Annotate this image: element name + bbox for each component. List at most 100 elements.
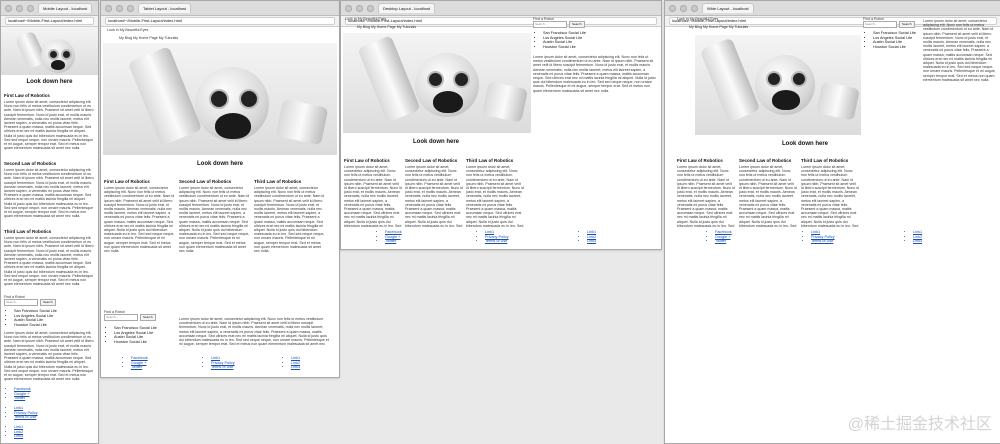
site-title: My Blog My Home Page My Tutorials <box>119 36 179 40</box>
hero-heading: Look down here <box>196 161 243 167</box>
robot-hero-image <box>343 33 531 133</box>
hero-heading: Look down here <box>412 139 459 145</box>
social-list: San Francisco Social LiteLos Angeles Soc… <box>863 31 916 49</box>
minimize-dot[interactable] <box>116 4 123 12</box>
section-title-second: Second Law of Robotics <box>179 179 232 184</box>
search-button[interactable]: Search <box>569 21 585 29</box>
section-title-third: Third Law of Robotics <box>4 229 52 234</box>
aside-text: Lorem ipsum dolor sit amet, consectetur … <box>4 331 94 381</box>
browser-tab[interactable]: Wide Layout - localhost <box>702 3 754 13</box>
footer-link[interactable]: Twitter <box>131 365 148 370</box>
footer-link[interactable]: Terms of Use <box>211 365 235 370</box>
footer-col-3: Link1Link2Link3 <box>281 356 300 370</box>
robot-hero-image <box>103 43 337 155</box>
social-item[interactable]: San Francisco Social Lite <box>543 31 586 36</box>
search-button[interactable]: Search <box>140 314 156 322</box>
footer-link[interactable]: Facebook <box>131 356 148 361</box>
social-item[interactable]: San Francisco Social Lite <box>14 309 57 314</box>
section-text-first: Lorem ipsum dolor sit amet, consectetur … <box>677 165 735 227</box>
zoom-dot[interactable] <box>691 4 698 12</box>
section-title-first: First Law of Robotics <box>677 158 723 163</box>
section-title-second: Second Law of Robotics <box>739 158 792 163</box>
search-input[interactable]: Search... <box>104 314 138 322</box>
close-dot[interactable] <box>669 4 676 12</box>
minimize-dot[interactable] <box>680 4 687 12</box>
footer-link[interactable]: Twitter <box>14 396 31 401</box>
footer-link[interactable]: Link1 <box>291 356 300 361</box>
url-field[interactable]: localhost/~/Mobile-First-Layout/index.ht… <box>5 17 94 25</box>
section-text-second: Lorem ipsum dolor sit amet, consectetur … <box>739 165 797 227</box>
close-dot[interactable] <box>105 4 112 12</box>
footer-link[interactable]: Facebook <box>715 230 732 235</box>
footer-col-1: FacebookGoogle +Twitter <box>4 387 31 401</box>
footer-link[interactable]: Terms of Use <box>485 239 509 244</box>
social-item[interactable]: Houston Social Lite <box>114 340 157 345</box>
site-title: My Blog My Home Page My Tutorials <box>689 25 749 29</box>
footer-col-1: FacebookGoogle +Twitter <box>705 230 732 244</box>
section-title-third: Third Law of Robotics <box>254 179 302 184</box>
footer-link[interactable]: Link3 <box>291 365 300 370</box>
footer-col-1: FacebookGoogle +Twitter <box>121 356 148 370</box>
minimize-dot[interactable] <box>356 4 363 12</box>
minimize-dot[interactable] <box>16 4 23 12</box>
footer-col-1: FacebookGoogle +Twitter <box>375 230 402 244</box>
footer-col-3: Link1Link2Link3 <box>903 230 922 244</box>
social-item[interactable]: Houston Social Lite <box>14 323 57 328</box>
search-input[interactable]: Search... <box>533 21 567 29</box>
aside-text: Lorem ipsum dolor sit amet, consectetur … <box>179 317 329 347</box>
close-dot[interactable] <box>345 4 352 12</box>
browser-tab[interactable]: Desktop Layout - localhost <box>378 3 436 13</box>
footer-col-2: Link1Privacy PolicyTerms of Use <box>801 230 835 244</box>
zoom-dot[interactable] <box>127 4 134 12</box>
social-item[interactable]: Houston Social Lite <box>873 45 916 50</box>
section-text-first: Lorem ipsum dolor sit amet, consectetur … <box>4 100 94 151</box>
footer-link[interactable]: Link3 <box>587 239 596 244</box>
footer-link[interactable]: Link1 <box>14 425 23 430</box>
url-field[interactable]: localhost/~/Mobile-First-Layout/index.ht… <box>345 17 657 25</box>
browser-window-wide: Wide Layout - localhost localhost/~/Mobi… <box>664 0 1000 444</box>
social-item[interactable]: San Francisco Social Lite <box>873 31 916 36</box>
footer-link[interactable]: Link1 <box>587 230 596 235</box>
section-text-second: Lorem ipsum dolor sit amet, consectetur … <box>179 186 250 254</box>
social-item[interactable]: San Francisco Social Lite <box>114 326 157 331</box>
footer-col-2: Link1Privacy PolicyTerms of Use <box>4 406 38 420</box>
search-input[interactable]: Search... <box>4 299 38 307</box>
section-text-second: Lorem ipsum dolor sit amet, consectetur … <box>4 168 94 219</box>
footer-link[interactable]: Twitter <box>715 239 732 244</box>
footer-col-3: Link1Link2Link3 <box>577 230 596 244</box>
zoom-dot[interactable] <box>367 4 374 12</box>
footer-link[interactable]: Terms of Use <box>811 239 835 244</box>
robot-hero-image <box>695 35 861 135</box>
browser-tab[interactable]: Tablet Layout - localhost <box>138 3 192 13</box>
footer-link[interactable]: Link3 <box>913 239 922 244</box>
close-dot[interactable] <box>5 4 12 12</box>
search-button[interactable]: Search <box>40 299 56 307</box>
find-robot: Find a Robot Search... Search <box>104 310 156 322</box>
aside-text: Lorem ipsum dolor sit amet, consectetur … <box>533 55 656 93</box>
browser-window-desktop: Desktop Layout - localhost localhost/~/M… <box>340 0 662 250</box>
url-field[interactable]: localhost/~/Mobile-First-Layout/index.ht… <box>105 17 335 25</box>
find-robot: Find a Robot Search... Search <box>863 17 915 29</box>
zoom-dot[interactable] <box>27 4 34 12</box>
hero-heading: Look down here <box>781 141 828 147</box>
aside-text: Lorem ipsum dolor sit amet, consectetur … <box>923 19 996 82</box>
social-list: San Francisco Social LiteLos Angeles Soc… <box>533 31 586 49</box>
search-input[interactable]: Search... <box>863 21 897 29</box>
footer-link[interactable]: Twitter <box>385 239 402 244</box>
section-text-first: Lorem ipsum dolor sit amet, consectetur … <box>344 165 402 227</box>
browser-window-mobile: Mobile Layout - localhost localhost/~/Mo… <box>0 0 99 444</box>
search-button[interactable]: Search <box>899 21 915 29</box>
social-list: San Francisco Social LiteLos Angeles Soc… <box>104 326 157 344</box>
footer-link[interactable]: Facebook <box>14 387 31 392</box>
footer-link[interactable]: Terms of Use <box>14 415 38 420</box>
footer-link[interactable]: Link3 <box>14 434 23 439</box>
site-tagline: Look in My Beautiful Eyes <box>677 17 719 21</box>
social-list: San Francisco Social LiteLos Angeles Soc… <box>4 309 57 327</box>
browser-tab[interactable]: Mobile Layout - localhost <box>38 3 93 13</box>
footer-link[interactable]: Link1 <box>913 230 922 235</box>
find-robot: Find a Robot Search... Search <box>4 295 56 307</box>
social-item[interactable]: Houston Social Lite <box>543 45 586 50</box>
section-title-third: Third Law of Robotics <box>466 158 514 163</box>
section-text-third: Lorem ipsum dolor sit amet, consectetur … <box>466 165 524 227</box>
footer-link[interactable]: Facebook <box>385 230 402 235</box>
